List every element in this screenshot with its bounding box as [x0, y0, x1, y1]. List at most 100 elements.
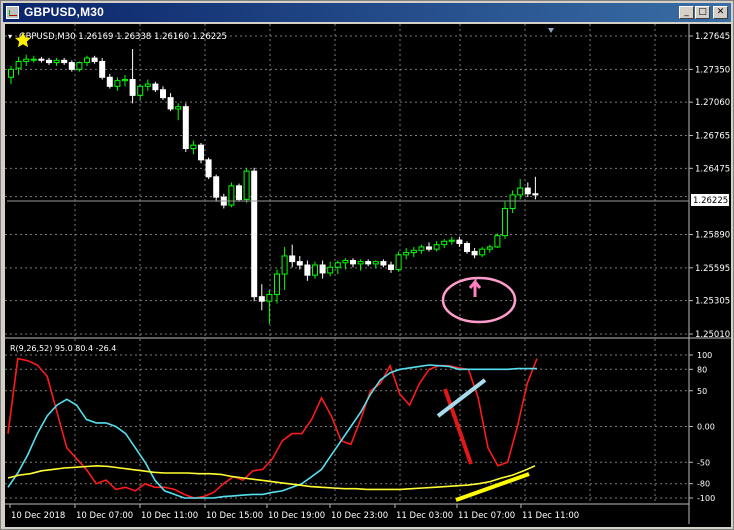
shift-marker-icon[interactable]	[548, 28, 554, 33]
price-tick-label: 1.25305	[695, 297, 730, 307]
candle-body	[137, 85, 144, 96]
candle-body	[289, 255, 296, 263]
candle-body	[30, 58, 37, 61]
time-tick-label: 10 Dec 07:00	[76, 511, 133, 521]
price-tick-label: 1.27350	[695, 65, 730, 75]
chart-window: GBPUSD,M30 _ □ ✕ 1.27645 1.27350 1.27060 1.…	[0, 0, 734, 530]
candle-body	[380, 261, 387, 266]
candle-body	[532, 193, 539, 196]
candle-body	[441, 240, 448, 246]
candle-body	[228, 185, 235, 206]
candle-body	[433, 244, 440, 250]
time-tick-label: 10 Dec 23:00	[331, 511, 388, 521]
candle-body	[471, 250, 478, 256]
chart-window-icon	[6, 6, 19, 19]
time-tick-label: 10 Dec 19:00	[268, 511, 325, 521]
candle-body	[418, 246, 425, 251]
indicator-tick-label: -100	[697, 494, 715, 503]
candle-body	[84, 57, 90, 64]
restore-button[interactable]: □	[695, 6, 710, 19]
candle-body	[486, 246, 493, 250]
candle-body	[403, 252, 410, 256]
chart-area[interactable]: 1.27645 1.27350 1.27060 1.26765 1.26475 1.258…	[5, 24, 731, 527]
candle-body	[61, 59, 68, 64]
current-price-label: 1.26225	[693, 196, 728, 206]
time-tick-label: 10 Dec 2018	[11, 511, 65, 521]
candle-body	[304, 264, 311, 276]
time-tick-label: 10 Dec 15:00	[206, 511, 263, 521]
indicator-tick-label: 80	[697, 365, 707, 374]
time-tick-label: 11 Dec 03:00	[396, 511, 453, 521]
candle-body	[46, 59, 52, 64]
candle-body	[160, 89, 166, 99]
candle-body	[365, 261, 372, 265]
candle-body	[494, 235, 501, 248]
price-tick-label: 1.25890	[695, 230, 730, 240]
candle-body	[243, 170, 250, 200]
candle-body	[334, 262, 341, 268]
title-bar[interactable]: GBPUSD,M30 _ □ ✕	[3, 3, 731, 22]
chart-symbol-info: GBPUSD,M30 1.26169 1.26338 1.26160 1.262…	[19, 32, 227, 42]
price-tick-label: 1.27645	[695, 32, 730, 42]
candle-body	[327, 266, 334, 274]
chart-canvas[interactable]: 1.27645 1.27350 1.27060 1.26765 1.26475 1.258…	[5, 24, 731, 527]
indicator-tick-label: -50	[697, 458, 710, 467]
candle-body	[426, 246, 432, 250]
candle-body	[342, 259, 349, 264]
candle-body	[448, 239, 455, 242]
indicator-axis: 100 80 50 0.00 -50 -80 -100	[689, 351, 715, 503]
candle-body	[395, 254, 402, 271]
candle-body	[76, 62, 83, 70]
price-axis: 1.27645 1.27350 1.27060 1.26765 1.26475 1.258…	[689, 32, 730, 340]
indicator-tick-label: 100	[697, 351, 712, 360]
candle-body	[251, 170, 258, 298]
minimize-button[interactable]: _	[679, 6, 694, 19]
candle-body	[53, 59, 60, 64]
candle-body	[479, 248, 486, 256]
time-axis: 10 Dec 2018 10 Dec 07:00 10 Dec 11:00 10 De…	[9, 504, 579, 521]
time-tick-label: 11 Dec 11:00	[522, 511, 579, 521]
candle-body	[99, 60, 106, 78]
candle-body	[524, 187, 531, 195]
candle-body	[152, 83, 159, 91]
chart-menu-arrow[interactable]: ▾	[8, 32, 12, 41]
candle-body	[182, 106, 189, 150]
candle-body	[464, 243, 470, 252]
price-tick-label: 1.26765	[695, 132, 730, 142]
candle-body	[319, 264, 326, 274]
candle-body	[258, 296, 265, 302]
candle-body	[281, 255, 288, 275]
candle-body	[144, 83, 151, 87]
candle-body	[175, 106, 182, 110]
candle-body	[68, 62, 75, 70]
candle-body	[129, 79, 136, 96]
candle-body	[350, 259, 356, 265]
candle-body	[274, 273, 280, 295]
candle-body	[509, 194, 516, 209]
up-arrow-icon	[468, 277, 482, 297]
time-tick-label: 11 Dec 07:00	[458, 511, 515, 521]
candle-body	[357, 261, 364, 265]
close-button[interactable]: ✕	[713, 6, 728, 19]
candle-body	[213, 176, 220, 198]
candle-body	[266, 293, 273, 302]
indicator-tick-label: 50	[697, 387, 707, 396]
candle-body	[91, 57, 98, 62]
candle-body	[456, 239, 463, 245]
candle-body	[167, 97, 174, 110]
candle-body	[388, 264, 394, 271]
time-tick-label: 10 Dec 11:00	[141, 511, 198, 521]
candle-body	[106, 76, 113, 87]
price-tick-label: 1.25595	[695, 264, 730, 274]
candle-body	[205, 159, 212, 178]
indicator-tick-label: 0.00	[697, 423, 715, 432]
price-tick-label: 1.27060	[695, 98, 730, 108]
candle-body	[198, 144, 204, 161]
candle-body	[312, 264, 318, 276]
candle-body	[296, 261, 303, 266]
indicator-label: R(9,26,52) 95.0 80.4 -26.4	[10, 344, 116, 353]
candle-body	[410, 249, 417, 254]
yellow-trendline-annotation	[455, 472, 530, 502]
candle-body	[372, 261, 379, 265]
candle-body	[236, 185, 242, 200]
